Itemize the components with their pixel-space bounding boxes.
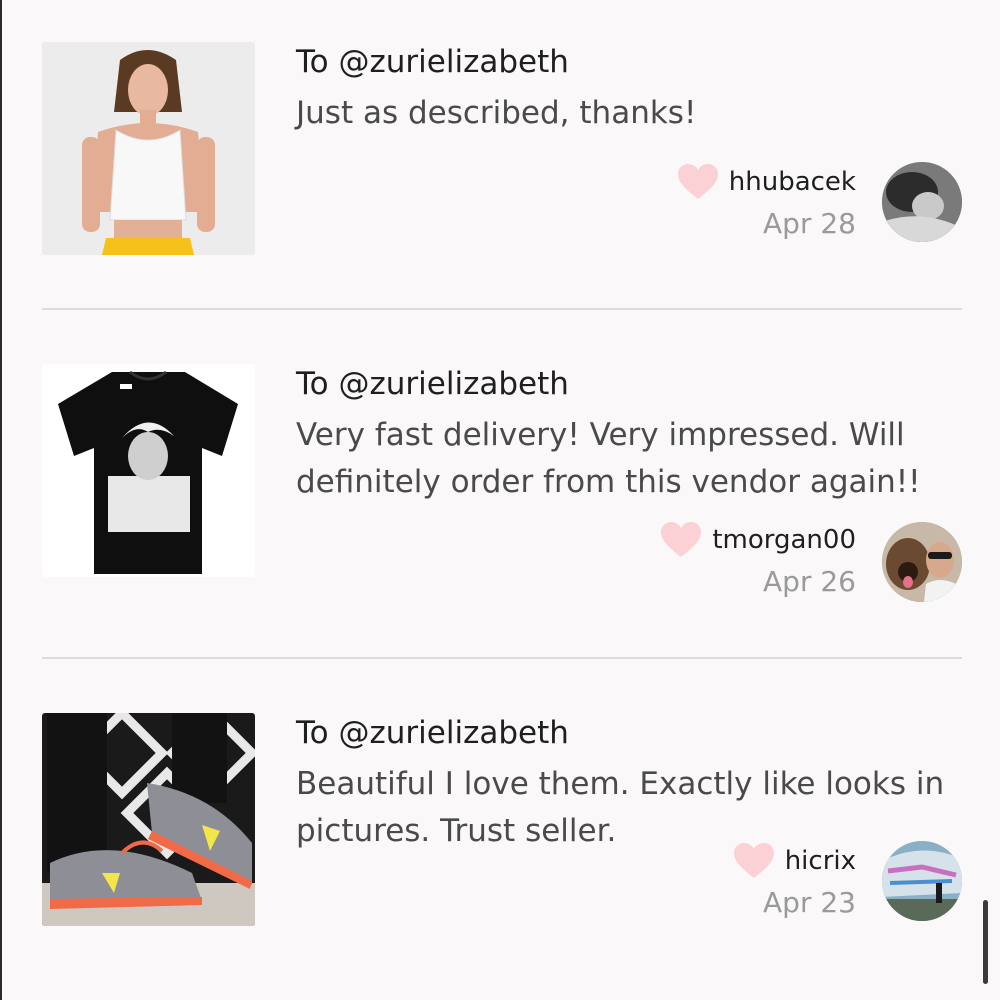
scrollbar[interactable] [983,900,988,984]
tshirt-product-image [42,364,255,577]
reviewer-username[interactable]: tmorgan00 [712,525,856,555]
divider [42,308,962,310]
heart-icon[interactable] [677,163,719,201]
review-recipient[interactable]: To @zurielizabeth [296,364,569,404]
product-thumbnail[interactable] [42,42,255,255]
sneakers-product-image [42,713,255,926]
review-message: Just as described, thanks! [296,95,697,131]
reviewer-username[interactable]: hicrix [785,846,856,876]
divider [42,657,962,659]
review-meta: hicrix Apr 23 [733,841,856,925]
heart-icon[interactable] [733,842,775,880]
review-item: To @zurielizabeth Beautiful I love them.… [42,713,962,928]
reviews-page: To @zurielizabeth Just as described, tha… [0,0,1000,1000]
product-thumbnail[interactable] [42,364,255,577]
review-date: Apr 26 [763,565,856,598]
review-message: Very fast delivery! Very impressed. Will… [296,417,921,500]
reviewer-avatar[interactable] [882,522,962,602]
review-date: Apr 23 [763,886,856,919]
review-item: To @zurielizabeth Very fast delivery! Ve… [42,364,962,602]
reviewer-avatar[interactable] [882,841,962,921]
avatar-image [882,841,962,921]
product-thumbnail[interactable] [42,713,255,926]
reviewer-username[interactable]: hhubacek [729,167,856,197]
review-date: Apr 28 [763,207,856,240]
heart-icon[interactable] [660,521,702,559]
crop-top-product-image [42,42,255,255]
avatar-image [882,522,962,602]
avatar-image [882,162,962,242]
review-meta: hhubacek Apr 28 [677,162,856,246]
reviewer-avatar[interactable] [882,162,962,242]
review-meta: tmorgan00 Apr 26 [660,520,856,604]
review-recipient[interactable]: To @zurielizabeth [296,713,569,753]
review-recipient[interactable]: To @zurielizabeth [296,42,569,82]
review-item: To @zurielizabeth Just as described, tha… [42,42,962,257]
